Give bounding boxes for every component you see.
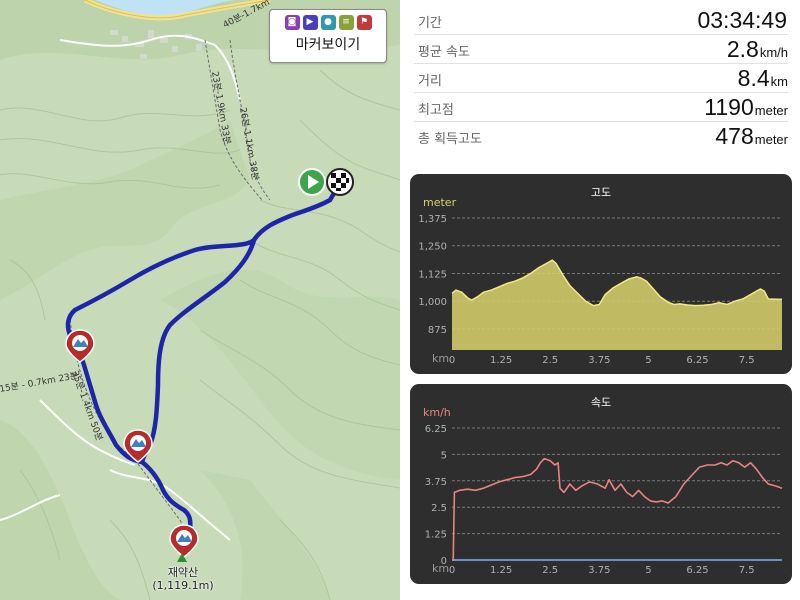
y-tick-label: 3.75 xyxy=(425,477,447,488)
waypoint-pin-3[interactable] xyxy=(169,524,199,558)
y-tick-label: 1,000 xyxy=(418,297,447,308)
stat-average-speed: 평균 속도 2.8km/h xyxy=(414,35,788,64)
y-tick-label: 2.5 xyxy=(431,503,447,514)
speed-chart: 01.252.53.7556.250 1.25 2.5 3.75 5 6.25 7.5 xyxy=(425,424,783,576)
speed-line xyxy=(452,457,783,561)
y-tick-label: 875 xyxy=(428,325,447,336)
x-tick-label: 6.25 xyxy=(686,355,708,366)
y-tick-label: 6.25 xyxy=(425,424,447,435)
chart-title: 속도 xyxy=(590,396,612,409)
trail-label-5: 15분 - 0.7km 23분 xyxy=(0,370,79,395)
peak-elevation: (1,119.1m) xyxy=(152,579,214,592)
y-axis-unit: km/h xyxy=(423,406,451,419)
stat-label: 거리 xyxy=(418,74,442,89)
x-tick-label: 5 xyxy=(645,355,651,366)
stat-number: 2.8 xyxy=(726,36,759,62)
stat-value: 1190meter xyxy=(704,94,788,121)
pin-icon: ● xyxy=(320,15,336,30)
stat-value: 2.8km/h xyxy=(727,36,788,63)
x-tick-label: 1.25 xyxy=(490,355,512,366)
y-tick-label: 1.25 xyxy=(425,530,447,541)
stat-unit: meter xyxy=(754,103,788,118)
stat-value: 478meter xyxy=(715,123,788,150)
y-tick-label: 1,375 xyxy=(418,214,447,225)
video-icon: ▶ xyxy=(302,15,318,30)
marker-toggle-button[interactable]: ◙ ▶ ● ≡ ⚑ 마커보이기 xyxy=(269,9,387,63)
x-tick-label: 5 xyxy=(645,565,651,576)
stat-total-ascent: 총 획득고도 478meter xyxy=(414,122,788,150)
stat-label: 최고점 xyxy=(418,103,454,118)
elevation-chart-panel: 875 1,000 1,125 1,250 1,375 0 1.25 2.5 3.75 5 6.25… xyxy=(410,174,792,374)
x-axis-unit: km xyxy=(432,352,450,365)
x-tick-label: 1.25 xyxy=(490,565,512,576)
x-tick-label: 7.5 xyxy=(739,355,755,366)
y-tick-label: 1,125 xyxy=(418,269,447,280)
x-tick-label: 0 xyxy=(449,565,455,576)
stat-label: 총 획득고도 xyxy=(418,132,482,147)
stat-number: 8.4 xyxy=(737,65,770,91)
y-tick-label: 5 xyxy=(441,450,447,461)
peak-name: 재약산 xyxy=(167,566,199,579)
x-tick-label: 2.5 xyxy=(542,355,558,366)
stat-value: 8.4km xyxy=(738,65,788,92)
camera-icon: ◙ xyxy=(284,15,300,30)
stat-distance: 거리 8.4km xyxy=(414,64,788,93)
x-tick-label: 0 xyxy=(449,355,455,366)
stat-unit: km/h xyxy=(759,45,788,60)
peak-label: 재약산 (1,119.1m) xyxy=(150,566,216,592)
waypoint-pin-1[interactable] xyxy=(65,329,95,363)
stat-max-elevation: 최고점 1190meter xyxy=(414,93,788,122)
map-view[interactable]: 40분-1.7km 23분-1.9km 33분 26분-1.1km 38분 35… xyxy=(0,0,400,600)
stat-number: 03:34:49 xyxy=(697,7,787,33)
marker-type-icons: ◙ ▶ ● ≡ ⚑ xyxy=(270,15,386,30)
stat-number: 478 xyxy=(715,123,754,149)
x-tick-label: 3.75 xyxy=(588,355,610,366)
stat-label: 기간 xyxy=(418,16,442,31)
y-tick-label: 1,250 xyxy=(418,242,447,253)
note-icon: ≡ xyxy=(338,15,354,30)
y-axis-unit: meter xyxy=(423,196,457,209)
chart-title: 고도 xyxy=(590,186,612,199)
x-tick-label: 7.5 xyxy=(739,565,755,576)
map-canvas[interactable]: 40분-1.7km 23분-1.9km 33분 26분-1.1km 38분 35… xyxy=(0,0,400,600)
stat-label: 평균 속도 xyxy=(418,45,470,60)
stat-unit: km xyxy=(770,74,788,89)
x-tick-label: 3.75 xyxy=(588,565,610,576)
stat-value: 03:34:49 xyxy=(697,7,788,34)
flag-icon: ⚑ xyxy=(356,15,372,30)
stat-number: 1190 xyxy=(704,94,754,120)
marker-toggle-label: 마커보이기 xyxy=(295,37,361,53)
stat-duration: 기간 03:34:49 xyxy=(414,6,788,35)
elevation-chart: 875 1,000 1,125 1,250 1,375 0 1.25 2.5 3.75 5 6.25… xyxy=(418,214,783,366)
finish-flag-icon[interactable] xyxy=(326,168,354,196)
x-tick-label: 2.5 xyxy=(542,565,558,576)
speed-chart-panel: 0 1.25 2.5 3.75 5 6.25 0 1.25 2.5 3.75 5 6.25 7.5 속도… xyxy=(410,384,792,584)
x-tick-label: 6.25 xyxy=(686,565,708,576)
x-axis-unit: km xyxy=(432,562,450,575)
stat-unit: meter xyxy=(754,132,788,147)
start-icon[interactable] xyxy=(298,168,326,196)
